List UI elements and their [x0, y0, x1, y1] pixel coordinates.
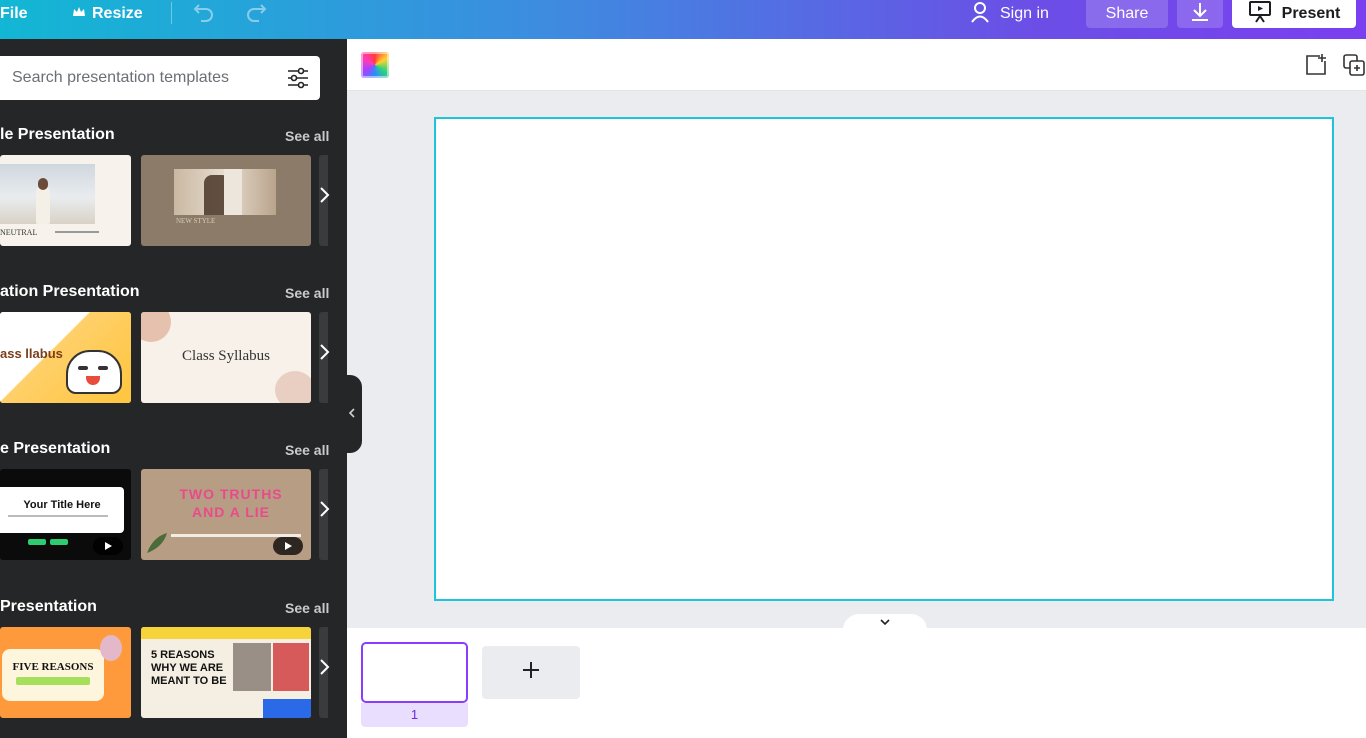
section-title: ation Presentation: [0, 283, 140, 300]
present-label: Present: [1281, 5, 1341, 22]
file-menu-button[interactable]: File: [0, 0, 28, 28]
chevron-right-icon[interactable]: [318, 343, 330, 367]
user-icon: [970, 1, 990, 28]
crown-icon: [72, 5, 86, 23]
download-icon: [1190, 2, 1210, 27]
play-icon[interactable]: [273, 537, 303, 555]
add-page-button[interactable]: [482, 646, 580, 699]
title-card: Your Title Here: [0, 487, 124, 533]
page-thumbnail[interactable]: [361, 642, 468, 703]
template-thumbnail[interactable]: ass llabus: [0, 312, 131, 403]
template-caption: 5 REASONS WHY WE ARE MEANT TO BE: [151, 649, 227, 687]
editor-toolbar: [347, 39, 1366, 91]
tag: [50, 539, 68, 545]
template-caption: Class Syllabus: [182, 348, 270, 364]
shape-decoration: [263, 699, 311, 718]
redo-button[interactable]: [244, 0, 268, 28]
template-thumbnail[interactable]: TWO TRUTHS AND A LIE: [141, 469, 311, 560]
template-thumbnail[interactable]: FIVE REASONS: [0, 627, 131, 718]
add-page-icon[interactable]: [1304, 53, 1328, 77]
see-all-link[interactable]: See all: [285, 285, 329, 301]
play-icon[interactable]: [93, 537, 123, 555]
section-title: le Presentation: [0, 126, 115, 143]
sign-in-label: Sign in: [1000, 5, 1049, 22]
caption-line: [55, 231, 99, 233]
template-caption: NEUTRAL: [0, 228, 38, 237]
sign-in-button[interactable]: Sign in: [970, 0, 1049, 28]
caption-card: FIVE REASONS: [2, 649, 104, 701]
template-photo: [273, 643, 309, 691]
template-sidebar: le Presentation See all NEUTRAL NEW STYL…: [0, 39, 347, 738]
template-caption: TWO TRUTHS AND A LIE: [179, 486, 283, 520]
toggle-pages-button[interactable]: [843, 614, 927, 630]
see-all-link[interactable]: See all: [285, 442, 329, 458]
shape-decoration: [141, 312, 171, 342]
template-caption: NEW STYLE: [176, 217, 216, 225]
section-title: Presentation: [0, 598, 97, 615]
file-label: File: [0, 5, 28, 22]
template-caption: ass llabus: [0, 346, 63, 361]
collapse-sidebar-button[interactable]: [342, 375, 362, 453]
template-search-input[interactable]: [0, 69, 270, 87]
chevron-down-icon: [879, 615, 891, 629]
page-number: 1: [361, 703, 468, 727]
pages-panel: 1: [347, 628, 1366, 738]
duplicate-page-icon[interactable]: [1342, 53, 1366, 77]
download-button[interactable]: [1177, 0, 1223, 28]
tag: [28, 539, 46, 545]
template-thumbnail[interactable]: NEUTRAL: [0, 155, 131, 246]
template-thumbnail[interactable]: Class Syllabus: [141, 312, 311, 403]
template-photo: [174, 169, 276, 215]
share-button[interactable]: Share: [1086, 0, 1168, 28]
tape-strip: [141, 627, 311, 639]
section-title: e Presentation: [0, 440, 111, 457]
shape-decoration: [275, 371, 311, 403]
cat-illustration: [66, 350, 122, 394]
undo-button[interactable]: [192, 0, 216, 28]
photo-circle: [100, 635, 122, 661]
leaf-icon: [145, 531, 169, 555]
template-search-box: [0, 56, 320, 100]
chevron-left-icon: [348, 407, 356, 422]
template-caption: FIVE REASONS: [12, 661, 94, 673]
filter-icon[interactable]: [286, 66, 310, 95]
template-photo: [233, 643, 271, 691]
chevron-right-icon[interactable]: [318, 500, 330, 524]
plus-icon: [521, 660, 541, 685]
present-button[interactable]: Present: [1232, 0, 1356, 28]
template-photo: [0, 164, 95, 224]
template-caption: Your Title Here: [23, 499, 101, 511]
toolbar-divider: [171, 2, 172, 24]
top-bar: File Resize Sign in Share Present: [0, 0, 1366, 39]
resize-button[interactable]: Resize: [72, 0, 143, 28]
template-thumbnail[interactable]: Your Title Here: [0, 469, 131, 560]
resize-label: Resize: [92, 5, 143, 22]
see-all-link[interactable]: See all: [285, 600, 329, 616]
template-thumbnail[interactable]: 5 REASONS WHY WE ARE MEANT TO BE: [141, 627, 311, 718]
redo-icon: [244, 2, 268, 27]
design-canvas[interactable]: [434, 117, 1334, 601]
undo-icon: [192, 2, 216, 27]
chevron-right-icon[interactable]: [318, 186, 330, 210]
present-icon: [1248, 0, 1272, 28]
template-thumbnail[interactable]: NEW STYLE: [141, 155, 311, 246]
background-color-picker[interactable]: [361, 52, 389, 78]
chevron-right-icon[interactable]: [318, 658, 330, 682]
share-label: Share: [1105, 5, 1149, 22]
see-all-link[interactable]: See all: [285, 128, 329, 144]
